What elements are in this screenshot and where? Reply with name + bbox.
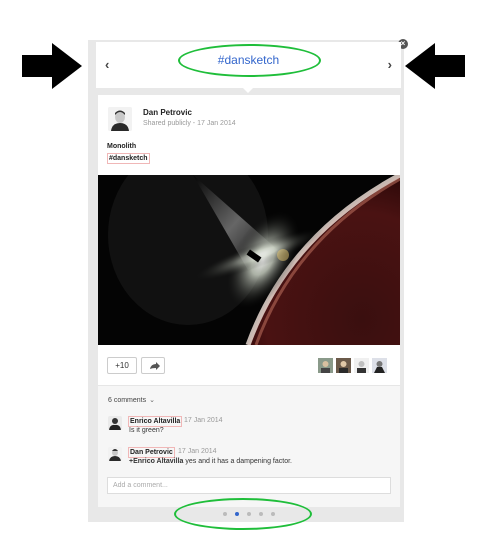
- avatar[interactable]: [108, 447, 122, 461]
- share-button[interactable]: [141, 357, 165, 374]
- plusser-avatar[interactable]: [336, 358, 351, 373]
- avatar[interactable]: [108, 416, 122, 430]
- comment-mention[interactable]: +Enrico Altavilla: [129, 458, 183, 465]
- comment-text: Is it green?: [129, 427, 164, 434]
- comment-author[interactable]: Dan Petrovic: [128, 447, 175, 458]
- avatar[interactable]: [108, 107, 132, 131]
- post-hashtag[interactable]: #dansketch: [107, 153, 150, 164]
- annotation-arrow-left-icon: [405, 43, 465, 89]
- annotation-oval-dots: [174, 498, 312, 530]
- comment-count-toggle[interactable]: 6 comments ⌄: [108, 396, 155, 404]
- next-arrow-icon[interactable]: ›: [388, 57, 392, 72]
- annotation-oval-title: [178, 44, 321, 77]
- post-title: Monolith: [107, 143, 137, 150]
- comment-date: 17 Jan 2014: [184, 417, 223, 424]
- post-author[interactable]: Dan Petrovic: [143, 108, 192, 117]
- plusser-avatar[interactable]: [354, 358, 369, 373]
- post-card: Dan Petrovic Shared publicly - 17 Jan 20…: [98, 95, 400, 507]
- add-comment-input[interactable]: Add a comment...: [107, 477, 391, 494]
- post-meta: Shared publicly - 17 Jan 2014: [143, 120, 236, 127]
- chevron-down-icon: ⌄: [149, 397, 155, 404]
- comments-section: 6 comments ⌄ Enrico Altavilla 17 Jan 2014…: [98, 385, 400, 507]
- annotation-arrow-right-icon: [22, 43, 82, 89]
- share-arrow-icon: [150, 362, 160, 370]
- comment-body: yes and it has a dampening factor.: [183, 458, 292, 465]
- post-image[interactable]: [98, 175, 400, 345]
- plus-one-button[interactable]: +10: [107, 357, 137, 374]
- comment-author[interactable]: Enrico Altavilla: [128, 416, 183, 427]
- comment-text: +Enrico Altavilla yes and it has a dampe…: [129, 458, 292, 465]
- plusser-avatar[interactable]: [372, 358, 387, 373]
- plusser-avatar[interactable]: [318, 358, 333, 373]
- comment-date: 17 Jan 2014: [178, 448, 217, 455]
- nav-caret: [243, 88, 253, 93]
- comment-count-label: 6 comments: [108, 397, 147, 404]
